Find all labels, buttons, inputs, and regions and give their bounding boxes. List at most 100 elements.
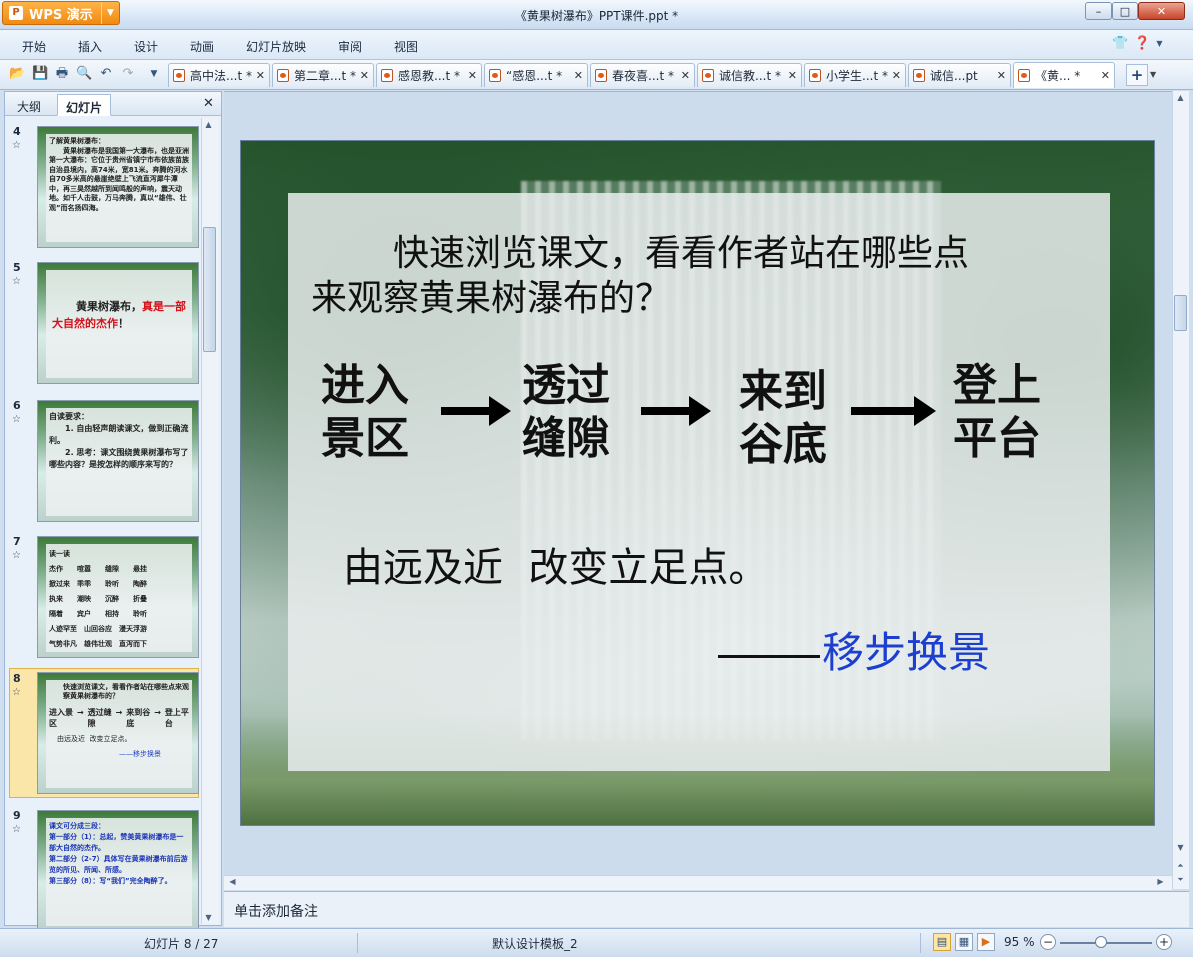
document-tab[interactable]: 小学生...t * ✕ [804, 63, 906, 87]
menu-design[interactable]: 设计 [134, 38, 158, 55]
slide-thumbnail-row-selected[interactable]: 8 ☆ 快速浏览课文，看看作者站在哪些点来观察黄果树瀑布的？ 进入景区 → 透过… [9, 668, 199, 798]
main-horizontal-scrollbar[interactable]: ◀ ▶ [224, 875, 1172, 890]
close-icon[interactable]: ✕ [574, 69, 583, 82]
slide-thumbnail[interactable]: 自读要求： 1. 自由轻声朗读课文，做到正确流利。 2. 思考：课文围绕黄果树瀑… [37, 400, 199, 522]
redo-icon[interactable]: ↷ [120, 66, 136, 82]
document-tab-label: 《黄... * [1035, 69, 1081, 83]
save-icon[interactable]: 💾 [32, 66, 48, 82]
notes-pane[interactable]: 单击添加备注 [224, 891, 1189, 927]
animation-star-icon: ☆ [12, 276, 21, 287]
close-icon[interactable]: ✕ [360, 69, 369, 82]
flow-step-line: 缝隙 [522, 413, 610, 464]
close-icon[interactable]: ✕ [1101, 69, 1110, 82]
slide-thumbnail-row[interactable]: 6 ☆ 自读要求： 1. 自由轻声朗读课文，做到正确流利。 2. 思考：课文围绕… [11, 398, 199, 524]
close-icon[interactable]: ✕ [681, 69, 690, 82]
question-line-2: 来观察黄果树瀑布的？ [311, 278, 672, 319]
open-folder-icon[interactable]: 📂 [9, 66, 25, 82]
animation-star-icon: ☆ [12, 414, 21, 425]
menu-review[interactable]: 审阅 [338, 38, 362, 55]
menu-slideshow[interactable]: 幻灯片放映 [246, 38, 306, 55]
slide-moral[interactable]: 移步换景 [718, 619, 990, 680]
toolbar-dropdown-icon[interactable]: ▼ [146, 66, 162, 82]
scroll-up-icon[interactable]: ▲ [1174, 93, 1187, 102]
close-icon[interactable]: ✕ [997, 69, 1006, 82]
scroll-right-icon[interactable]: ▶ [1154, 877, 1167, 886]
document-tab[interactable]: 第二章...t * ✕ [272, 63, 374, 87]
slide-thumbnail[interactable]: 黄果树瀑布，真是一部大自然的杰作！ [37, 262, 199, 384]
panel-scroll-thumb[interactable] [203, 227, 216, 352]
slide-thumbnail-row[interactable]: 5 ☆ 黄果树瀑布，真是一部大自然的杰作！ [11, 260, 199, 386]
print-preview-icon[interactable]: 🔍 [76, 66, 92, 82]
menu-insert[interactable]: 插入 [78, 38, 102, 55]
flow-step-through-gap[interactable]: 透过 缝隙 [522, 359, 632, 465]
normal-view-icon[interactable]: ▤ [933, 933, 951, 951]
flow-step-platform[interactable]: 登上 平台 [953, 359, 1063, 465]
document-tab-label: 高中法...t * [190, 69, 252, 83]
slide-thumbnail[interactable]: 读一读 杰作 喧嚣 缝隙 悬挂 掀过来 乖乖 聆听 陶醉 执来 潮映 沉醉 折叠… [37, 536, 199, 658]
maximize-button[interactable]: □ [1112, 2, 1138, 20]
flow-step-valley-bottom[interactable]: 来到 谷底 [739, 365, 849, 471]
undo-icon[interactable]: ↶ [98, 66, 114, 82]
slideshow-play-icon[interactable]: ▶ [977, 933, 995, 951]
document-tab[interactable]: 高中法...t * ✕ [168, 63, 270, 87]
animation-star-icon: ☆ [12, 140, 21, 151]
close-icon[interactable]: ✕ [788, 69, 797, 82]
slide-thumbnail[interactable]: 课文可分成三段： 第一部分（1）：总起，赞美黄果树瀑布是一部大自然的杰作。 第二… [37, 810, 199, 932]
help-icon[interactable]: ❓ [1134, 36, 1150, 52]
design-template-name[interactable]: 默认设计模板_2 [492, 935, 578, 952]
document-tab[interactable]: 诚信教...t * ✕ [697, 63, 802, 87]
close-icon[interactable]: ✕ [468, 69, 477, 82]
scroll-down-icon[interactable]: ▼ [202, 913, 215, 922]
thumbnail-text: 读一读 杰作 喧嚣 缝隙 悬挂 掀过来 乖乖 聆听 陶醉 执来 潮映 沉醉 折叠… [46, 544, 192, 652]
print-icon[interactable]: 🖶 [54, 66, 70, 82]
close-icon[interactable]: ✕ [203, 96, 214, 111]
next-slide-icon[interactable]: ⏷ [1174, 875, 1187, 885]
slide-thumbnail-row[interactable]: 9 ☆ 课文可分成三段： 第一部分（1）：总起，赞美黄果树瀑布是一部大自然的杰作… [11, 808, 199, 932]
main-scroll-thumb[interactable] [1174, 295, 1187, 331]
menu-animation[interactable]: 动画 [190, 38, 214, 55]
ppt-file-icon [277, 69, 289, 82]
flow-step-line: 平台 [953, 413, 1041, 464]
scroll-up-icon[interactable]: ▲ [202, 120, 215, 129]
zoom-in-icon[interactable]: + [1156, 934, 1172, 950]
scroll-left-icon[interactable]: ◀ [226, 877, 239, 886]
scroll-down-icon[interactable]: ▼ [1174, 843, 1187, 852]
chevron-down-icon[interactable]: ▼ [1150, 64, 1162, 86]
zoom-out-icon[interactable]: − [1040, 934, 1056, 950]
document-tab[interactable]: 感恩教...t * ✕ [376, 63, 482, 87]
slide-thumbnail-row[interactable]: 7 ☆ 读一读 杰作 喧嚣 缝隙 悬挂 掀过来 乖乖 聆听 陶醉 执来 潮映 沉… [11, 534, 199, 660]
current-slide[interactable]: 快速浏览课文，看看作者站在哪些点 来观察黄果树瀑布的？ 进入 景区 透过 缝隙 … [240, 140, 1155, 826]
document-tab[interactable]: 春夜喜...t * ✕ [590, 63, 695, 87]
document-tab[interactable]: 诚信...pt ✕ [908, 63, 1011, 87]
skin-icon[interactable]: 👕 [1112, 36, 1128, 52]
flow-step-enter-scenic-area[interactable]: 进入 景区 [321, 359, 431, 465]
slide-question[interactable]: 快速浏览课文，看看作者站在哪些点 来观察黄果树瀑布的？ [311, 231, 1071, 321]
slide-sorter-icon[interactable]: ▦ [955, 933, 973, 951]
close-icon[interactable]: ✕ [892, 69, 901, 82]
slide-counter: 幻灯片 8 / 27 [144, 937, 219, 951]
slide-thumbnail[interactable]: 了解黄果树瀑布： 黄果树瀑布是我国第一大瀑布，也是亚洲第一大瀑布：它位于贵州省镇… [37, 126, 199, 248]
thumbnail-text: 黄果树瀑布，真是一部大自然的杰作！ [46, 270, 192, 378]
zoom-level[interactable]: 95 % [1004, 935, 1035, 949]
menu-view[interactable]: 视图 [394, 38, 418, 55]
ppt-file-icon [1018, 69, 1030, 82]
minimize-button[interactable]: – [1085, 2, 1112, 20]
document-tab[interactable]: “感恩...t * ✕ [484, 63, 588, 87]
ppt-file-icon [595, 69, 607, 82]
slide-thumbnail[interactable]: 快速浏览课文，看看作者站在哪些点来观察黄果树瀑布的？ 进入景区 → 透过缝隙 →… [37, 672, 199, 794]
document-tab-label: 诚信...pt [930, 69, 978, 83]
previous-slide-icon[interactable]: ⏶ [1174, 861, 1187, 871]
close-button[interactable]: ✕ [1138, 2, 1185, 20]
main-vertical-scrollbar[interactable]: ▲ ▼ ⏶ ⏷ [1172, 91, 1189, 889]
new-tab-button[interactable]: + [1126, 64, 1148, 86]
tab-outline[interactable]: 大纲 [9, 94, 49, 116]
menu-home[interactable]: 开始 [22, 38, 46, 55]
chevron-down-icon[interactable]: ▼ [1156, 36, 1162, 52]
tab-slides[interactable]: 幻灯片 [57, 94, 112, 116]
document-tab[interactable]: 《黄... * ✕ [1013, 62, 1115, 88]
close-icon[interactable]: ✕ [256, 69, 265, 82]
slide-summary[interactable]: 由远及近 改变立足点。 [343, 535, 768, 593]
flow-step-line: 登上 [953, 360, 1041, 411]
zoom-slider-handle[interactable] [1095, 936, 1108, 948]
slide-thumbnail-row[interactable]: 4 ☆ 了解黄果树瀑布： 黄果树瀑布是我国第一大瀑布，也是亚洲第一大瀑布：它位于… [11, 124, 199, 250]
